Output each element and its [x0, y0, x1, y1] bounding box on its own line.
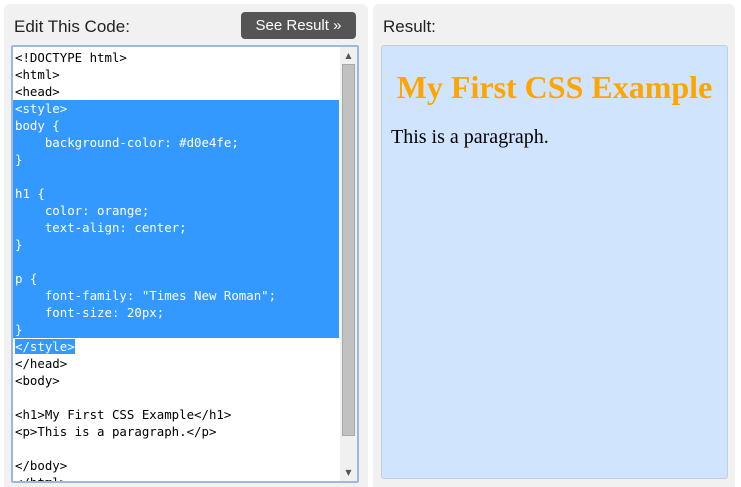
code-line[interactable]: }: [13, 151, 339, 168]
code-line[interactable]: <p>This is a paragraph.</p>: [13, 423, 339, 440]
code-line[interactable]: [13, 440, 339, 457]
scroll-up-arrow-icon[interactable]: ▲: [340, 47, 357, 64]
editor-panel-title: Edit This Code:: [14, 17, 130, 36]
see-result-button[interactable]: See Result »: [241, 12, 356, 39]
code-line[interactable]: [13, 389, 339, 406]
code-text[interactable]: <!DOCTYPE html> <html> <head> <style> body {…: [13, 49, 339, 481]
code-editor[interactable]: <!DOCTYPE html> <html> <head> <style> body {…: [11, 45, 359, 483]
code-line[interactable]: color: orange;: [13, 202, 339, 219]
code-line[interactable]: </head>: [13, 355, 339, 372]
code-line[interactable]: [13, 253, 339, 270]
result-frame: My First CSS Example This is a paragraph…: [381, 45, 728, 479]
result-panel: Result: My First CSS Example This is a p…: [373, 4, 735, 487]
code-line[interactable]: <head>: [13, 83, 339, 100]
code-line[interactable]: [13, 168, 339, 185]
code-line[interactable]: p {: [13, 270, 339, 287]
code-line[interactable]: <h1>My First CSS Example</h1>: [13, 406, 339, 423]
code-line[interactable]: <html>: [13, 66, 339, 83]
scroll-thumb[interactable]: [342, 64, 355, 436]
result-panel-title: Result:: [383, 17, 436, 36]
code-line[interactable]: background-color: #d0e4fe;: [13, 134, 339, 151]
code-line[interactable]: <body>: [13, 372, 339, 389]
code-line[interactable]: </html>: [13, 474, 339, 481]
code-line[interactable]: font-size: 20px;: [13, 304, 339, 321]
code-line[interactable]: }: [13, 236, 339, 253]
code-line[interactable]: </style>: [13, 338, 339, 355]
code-line[interactable]: <style>: [13, 100, 339, 117]
scroll-down-arrow-icon[interactable]: ▼: [340, 464, 357, 481]
code-line[interactable]: <!DOCTYPE html>: [13, 49, 339, 66]
code-line[interactable]: h1 {: [13, 185, 339, 202]
result-heading: My First CSS Example: [396, 69, 713, 105]
code-line[interactable]: </body>: [13, 457, 339, 474]
editor-scrollbar[interactable]: ▲ ▼: [340, 47, 357, 481]
code-line[interactable]: body {: [13, 117, 339, 134]
editor-panel: Edit This Code: See Result » <!DOCTYPE h…: [4, 4, 368, 487]
code-line[interactable]: }: [13, 321, 339, 338]
code-line[interactable]: text-align: center;: [13, 219, 339, 236]
result-paragraph: This is a paragraph.: [391, 126, 549, 148]
code-line[interactable]: font-family: "Times New Roman";: [13, 287, 339, 304]
